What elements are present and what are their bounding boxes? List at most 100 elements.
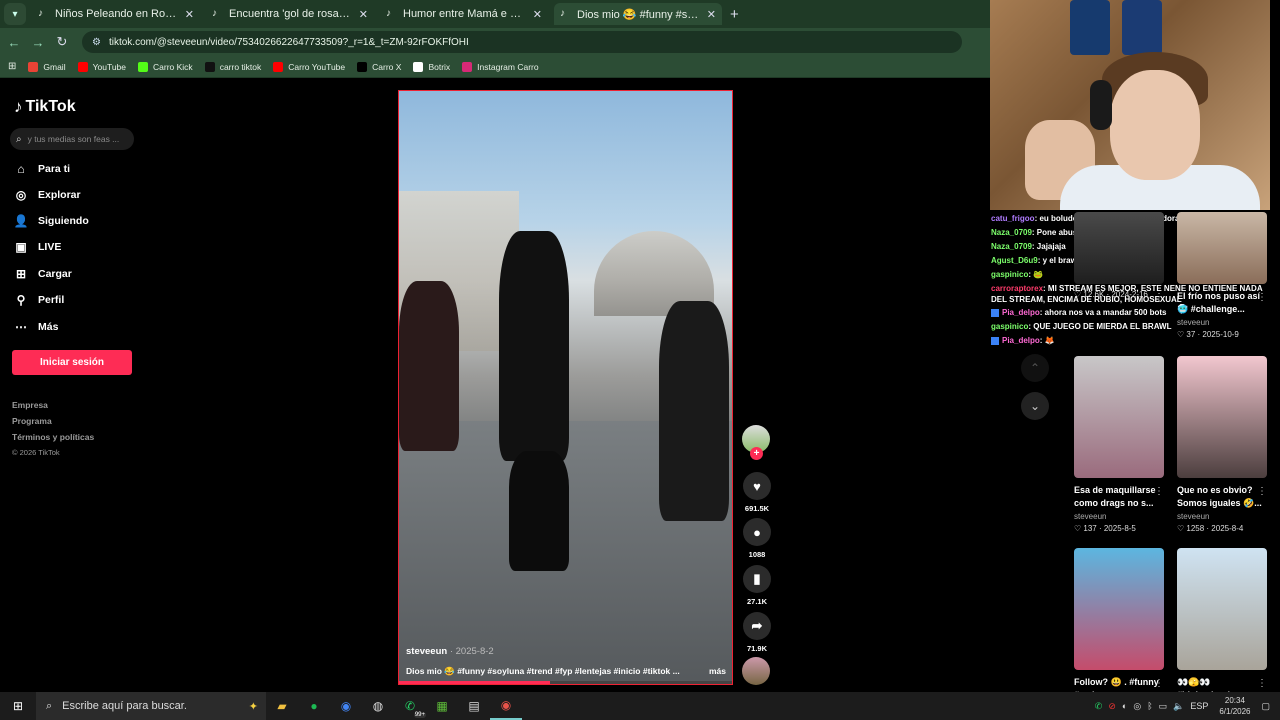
close-tab-icon[interactable]: ✕	[533, 8, 542, 21]
browser-tab[interactable]: ♪ Humor entre Mamá e Hija: ¡Ma ✕	[380, 3, 548, 25]
video-player[interactable]: steveeun · 2025-8-2 Dios mio 😂 #funny #s…	[398, 90, 733, 685]
browser-tab-active[interactable]: ♪ Dios mio 😂 #funny #soyluna # ✕	[554, 3, 722, 25]
video-card[interactable]: Que no es obvio? Somos iguales 🤣... ⋮ stev…	[1177, 356, 1267, 533]
video-thumbnail[interactable]	[1074, 548, 1164, 670]
bookmark-2[interactable]: Carro Kick	[138, 61, 193, 72]
forward-icon[interactable]: →	[26, 35, 50, 50]
close-tab-icon[interactable]: ✕	[185, 8, 194, 21]
bluetooth-icon[interactable]: ᛒ	[1147, 701, 1152, 711]
video-progress-bar[interactable]	[399, 681, 732, 684]
caption-more-link[interactable]: más	[709, 666, 726, 677]
browser-tab[interactable]: ♪ Niños Peleando en Roblox: Mo ✕	[32, 3, 200, 25]
video-thumbnail[interactable]	[1177, 212, 1267, 284]
more-options-icon[interactable]: ⋮	[1154, 678, 1164, 689]
site-info-icon[interactable]: ⚙	[92, 37, 101, 48]
bookmark-1[interactable]: YouTube	[77, 61, 126, 72]
minecraft-icon[interactable]: ▦	[426, 692, 458, 720]
chrome-profile-icon[interactable]: ◉	[490, 692, 522, 720]
video-thumbnail[interactable]	[1177, 548, 1267, 670]
back-icon[interactable]: ←	[2, 35, 26, 50]
video-card[interactable]: El frío nos puso así 🥶 #challenge... ⋮ ste…	[1177, 212, 1267, 339]
nav-item-4[interactable]: ⊞ Cargar	[13, 267, 72, 281]
login-button[interactable]: Iniciar sesión	[12, 350, 132, 375]
search-input[interactable]: ⌕ y tus medias son feas ...	[10, 128, 134, 150]
save-action[interactable]: ▮ 27.1K	[742, 565, 772, 606]
video-card[interactable]: Follow? 😃 . #funny #makeup...⋮	[1074, 548, 1164, 705]
follow-plus-icon[interactable]: +	[750, 447, 763, 460]
video-card-title[interactable]: El frío nos puso así 🥶 #challenge...	[1177, 290, 1267, 316]
tiktok-logo[interactable]: ♪ TikTok	[14, 97, 76, 117]
bookmark-6[interactable]: Botrix	[413, 61, 450, 72]
nav-item-6[interactable]: ⋯ Más	[13, 320, 58, 334]
more-options-icon[interactable]: ⋮	[1257, 292, 1267, 303]
share-action[interactable]: ➦ 71.9K	[742, 612, 772, 653]
bookmark-7[interactable]: Instagram Carro	[462, 61, 539, 72]
bookmark-5[interactable]: Carro X	[357, 61, 401, 72]
nav-item-5[interactable]: ⚲ Perfil	[13, 293, 65, 307]
next-video-button[interactable]: ⌄	[1021, 392, 1049, 420]
author-name[interactable]: steveeun	[406, 646, 447, 657]
comment-icon[interactable]: ●	[743, 518, 771, 546]
reload-icon[interactable]: ↻	[50, 34, 74, 50]
more-options-icon[interactable]: ⋮	[1154, 486, 1164, 497]
video-card-title[interactable]: Esa de maquillarse como drags no s...	[1074, 484, 1164, 510]
network-icon[interactable]: ▭	[1159, 701, 1168, 712]
spotify-icon[interactable]: ●	[298, 692, 330, 720]
taskbar-search[interactable]: ⌕ Escribe aquí para buscar. ✦	[36, 692, 266, 720]
tab-search-icon[interactable]: ▾	[4, 3, 26, 25]
discord-icon[interactable]: ◐	[1122, 701, 1127, 711]
video-thumbnail[interactable]	[1074, 356, 1164, 478]
comment-action[interactable]: ● 1088	[742, 518, 772, 559]
more-options-icon[interactable]: ⋮	[1257, 678, 1267, 689]
file-explorer-icon[interactable]: ▰	[266, 692, 298, 720]
previous-video-button[interactable]: ⌃	[1021, 354, 1049, 382]
chrome-icon[interactable]: ◉	[330, 692, 362, 720]
video-card-title[interactable]: Que no es obvio? Somos iguales 🤣...	[1177, 484, 1267, 510]
video-thumbnail[interactable]	[1177, 356, 1267, 478]
volume-icon[interactable]: 🔈	[1173, 701, 1184, 712]
notifications-icon[interactable]: ▢	[1261, 701, 1270, 712]
bookmark-3[interactable]: carro tiktok	[204, 61, 261, 72]
close-tab-icon[interactable]: ✕	[707, 8, 716, 21]
video-card[interactable]: ⋮ ♡ 12.6K · 2024-2-16	[1074, 212, 1164, 303]
nav-item-3[interactable]: ▣ LIVE	[13, 240, 61, 254]
whatsapp-tray-icon[interactable]: ✆	[1095, 701, 1103, 712]
more-options-icon[interactable]: ⋮	[1154, 292, 1164, 303]
video-card[interactable]: Esa de maquillarse como drags no s... ⋮ st…	[1074, 356, 1164, 533]
store-icon[interactable]: ▤	[458, 692, 490, 720]
heart-icon[interactable]: ♥	[743, 472, 771, 500]
close-tab-icon[interactable]: ✕	[359, 8, 368, 21]
clock[interactable]: 20:34 6/1/2026	[1219, 695, 1250, 717]
url-field[interactable]: ⚙ tiktok.com/@steveeun/video/75340266226…	[82, 31, 962, 53]
more-options-icon[interactable]: ⋮	[1257, 486, 1267, 497]
browser-tab[interactable]: ♪ Encuentra 'gol de rosario centr ✕	[206, 3, 374, 25]
nav-item-1[interactable]: ◎ Explorar	[13, 188, 81, 202]
footer-link-empresa[interactable]: Empresa	[12, 400, 48, 410]
windows-start-icon[interactable]: ⊞	[0, 699, 36, 713]
nav-item-0[interactable]: ⌂ Para ti	[13, 162, 70, 176]
footer-link-programa[interactable]: Programa	[12, 416, 52, 426]
bookmark-icon[interactable]: ▮	[743, 565, 771, 593]
obs-icon[interactable]: ◍	[362, 692, 394, 720]
nav-item-2[interactable]: 👤 Siguiendo	[13, 214, 89, 228]
share-icon[interactable]: ➦	[743, 612, 771, 640]
footer-link-terms[interactable]: Términos y políticas	[12, 432, 94, 442]
video-thumbnail[interactable]	[1074, 212, 1164, 284]
whatsapp-icon[interactable]: ✆ 99+	[394, 692, 426, 720]
video-card-author[interactable]: steveeun	[1074, 512, 1164, 521]
bookmark-0[interactable]: Gmail	[28, 61, 66, 72]
video-card-stats: ♡ 1258 · 2025-8-4	[1177, 524, 1244, 533]
video-card-author[interactable]: steveeun	[1177, 512, 1267, 521]
new-tab-button[interactable]: +	[730, 6, 739, 23]
bookmark-4[interactable]: Carro YouTube	[273, 61, 345, 72]
copilot-icon[interactable]: ✦	[249, 700, 258, 713]
tray-app-icon[interactable]: ⊘	[1108, 701, 1116, 712]
apps-icon[interactable]: ⊞	[8, 61, 16, 72]
sound-avatar[interactable]	[742, 657, 770, 685]
language-indicator[interactable]: ESP	[1190, 701, 1208, 711]
video-card[interactable]: 👀🫣👀 #highschool...⋮	[1177, 548, 1267, 705]
steam-icon[interactable]: ◎	[1133, 701, 1141, 712]
like-action[interactable]: ♥ 691.5K	[742, 472, 772, 513]
video-card-author[interactable]: steveeun	[1177, 318, 1267, 327]
video-author[interactable]: steveeun · 2025-8-2	[406, 646, 494, 657]
